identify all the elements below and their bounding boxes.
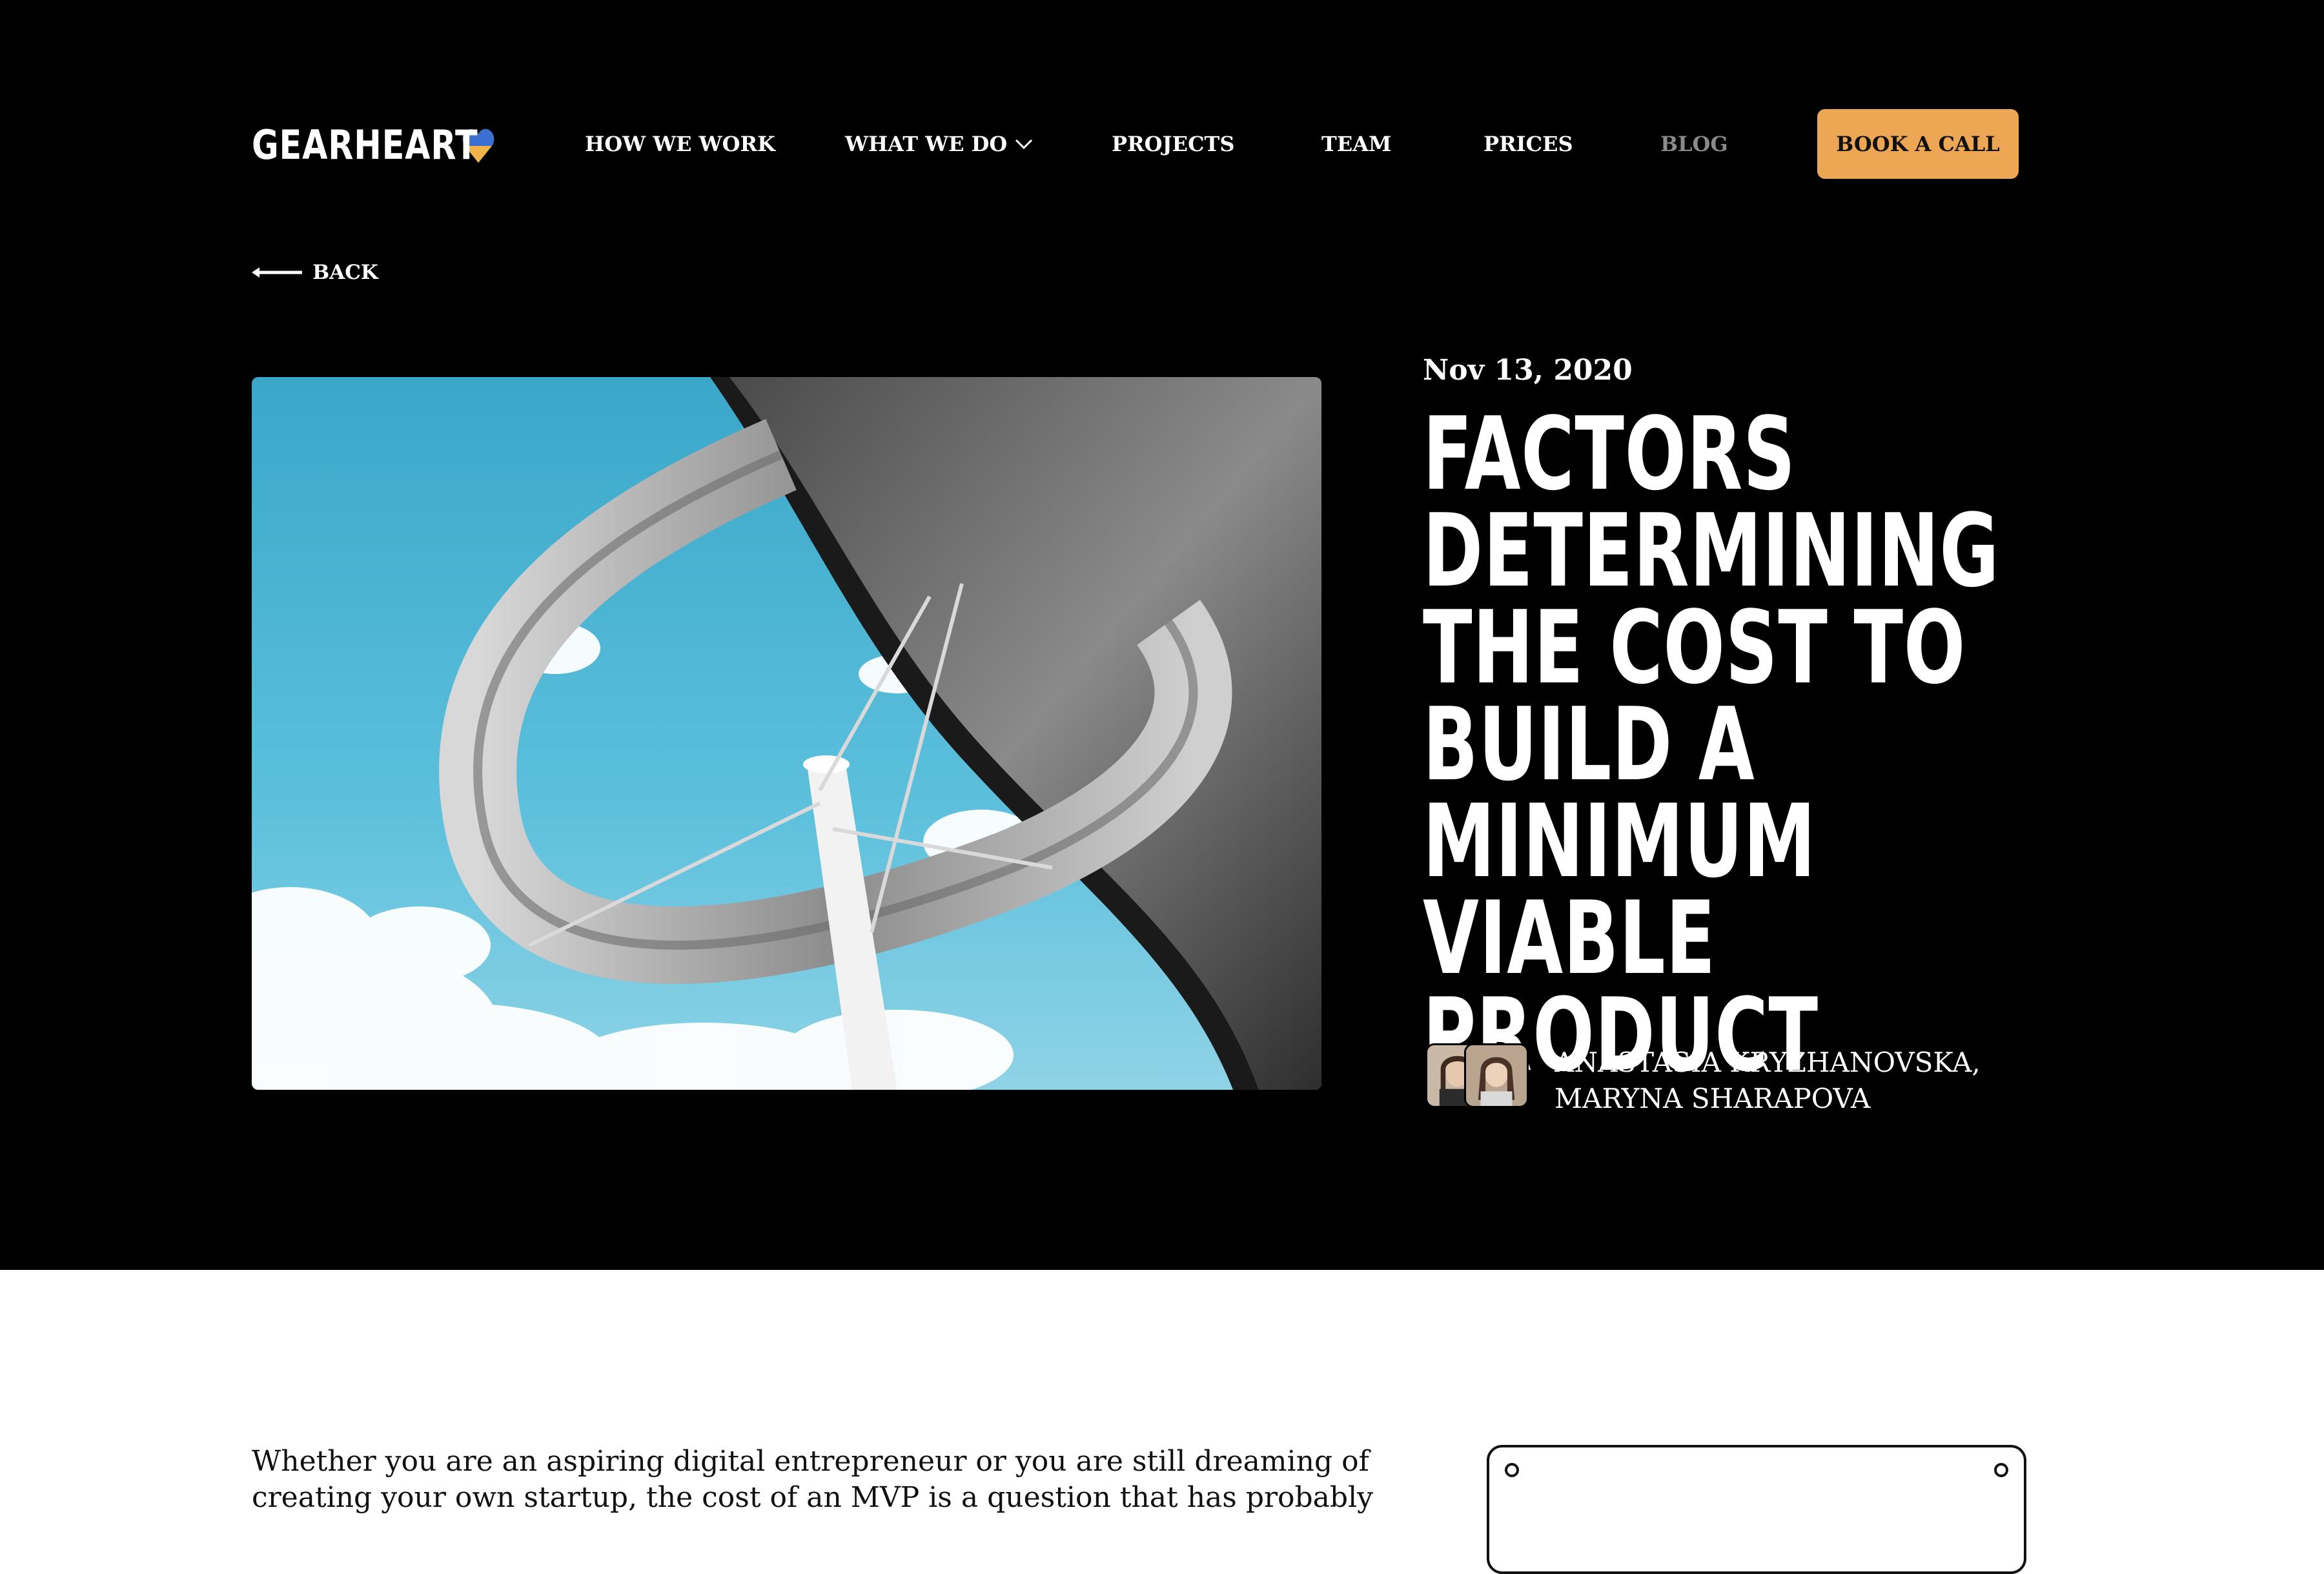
book-a-call-button[interactable]: BOOK A CALL [1817, 109, 2019, 179]
article-date: Nov 13, 2020 [1423, 354, 1633, 387]
nav-label: HOW WE WORK [585, 132, 775, 156]
logo[interactable]: GEARHEART [252, 121, 494, 169]
article-cover-image [252, 377, 1321, 1090]
chevron-down-icon [1015, 139, 1033, 150]
nav-blog[interactable]: BLOG [1660, 129, 1728, 159]
author-name: ANASTASIA KRYZHANOVSKA, [1554, 1047, 1981, 1078]
logo-text: GEARHEART [252, 121, 478, 169]
article-intro: Whether you are an aspiring digital entr… [252, 1445, 1374, 1514]
back-label: BACK [312, 261, 378, 284]
avatar [1464, 1043, 1529, 1108]
nav-label: WHAT WE DO [845, 132, 1008, 156]
author-name: MARYNA SHARAPOVA [1554, 1083, 1871, 1114]
article-title: FACTORS DETERMINING THE COST TO BUILD A … [1423, 395, 2000, 1094]
nav-team[interactable]: TEAM [1321, 129, 1391, 159]
nav-prices[interactable]: PRICES [1483, 129, 1573, 159]
nav-what-we-do[interactable]: WHAT WE DO [845, 129, 1033, 159]
nav-label: TEAM [1321, 132, 1392, 156]
arrow-left-icon [252, 267, 302, 278]
decorative-dot [1505, 1463, 1519, 1477]
author-names[interactable]: ANASTASIA KRYZHANOVSKA, MARYNA SHARAPOVA [1554, 1045, 1981, 1117]
author-block: ANASTASIA KRYZHANOVSKA, MARYNA SHARAPOVA [1425, 1043, 1981, 1117]
back-link[interactable]: BACK [252, 258, 378, 287]
nav-label: PROJECTS [1112, 132, 1235, 156]
decorative-dot [1994, 1463, 2008, 1477]
author-avatars [1425, 1043, 1531, 1108]
nav-label: BLOG [1660, 132, 1728, 156]
nav-label: PRICES [1483, 132, 1573, 156]
nav-how-we-work[interactable]: HOW WE WORK [585, 129, 775, 159]
nav-projects[interactable]: PROJECTS [1112, 129, 1234, 159]
table-of-contents [1487, 1445, 2026, 1574]
hero-section: GEARHEART HOW WE WORK WHAT WE DO PROJECT… [0, 0, 2324, 1270]
